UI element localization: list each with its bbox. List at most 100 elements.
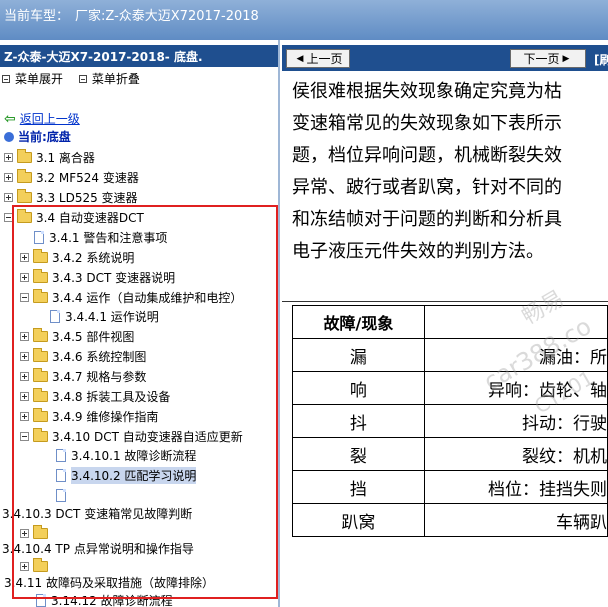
prev-page-button[interactable]: ◀ 上一页: [286, 49, 350, 68]
expand-icon[interactable]: [20, 331, 29, 341]
tree-item-3-1[interactable]: 3.1 离合器: [4, 148, 95, 166]
expand-icon[interactable]: [20, 411, 29, 421]
page-nav-bar: ◀ 上一页 下一页 ▶ [刷: [282, 45, 608, 71]
tree-item-label: 3.4.6 系统控制图: [52, 349, 147, 364]
tree-item-blank[interactable]: [56, 486, 71, 504]
table-row: 漏 漏油：所: [292, 338, 608, 372]
article-line-6: 电子液压元件失效的判别方法。: [292, 241, 544, 262]
article-line-2: 变速箱常见的失效现象如下表所示: [292, 113, 562, 134]
open-folder-icon: [33, 427, 48, 442]
expand-icon[interactable]: [20, 391, 29, 401]
expand-icon[interactable]: [20, 252, 29, 262]
tree-item-3-4[interactable]: 3.4 自动变速器DCT: [4, 208, 144, 226]
collapse-icon[interactable]: [20, 292, 29, 302]
expand-icon[interactable]: [4, 192, 13, 202]
expand-icon[interactable]: [20, 561, 29, 571]
folder-icon: [33, 248, 48, 263]
tree-item-3-4-7[interactable]: 3.4.7 规格与参数: [20, 367, 146, 385]
collapse-all-icon: [78, 74, 87, 83]
article-body: 侯很难根据失效现象确定究竟为枯 变速箱常见的失效现象如下表所示 题，档位异响问题…: [292, 76, 608, 268]
triangle-left-icon: ◀: [296, 53, 304, 64]
tree-item-label: 3.4.7 规格与参数: [52, 369, 147, 384]
document-icon: [50, 309, 60, 323]
folder-icon: [33, 524, 48, 539]
folder-icon: [17, 148, 32, 163]
table-row: 趴窝 车辆趴: [292, 503, 608, 537]
tree-item-label: 3.4.5 部件视图: [52, 329, 135, 344]
tree-item-3-4-10[interactable]: 3.4.10 DCT 自动变速器自适应更新: [20, 427, 243, 445]
tree-item-3-4-10-4[interactable]: 3.4.10.4 TP 点异常说明和操作指导: [2, 539, 194, 557]
document-icon: [56, 468, 66, 482]
tree-item-3-4-9[interactable]: 3.4.9 维修操作指南: [20, 407, 158, 425]
tree-item-label: 3.4.10.4 TP 点异常说明和操作指导: [2, 541, 194, 556]
folder-icon: [33, 327, 48, 342]
fault-desc: 档位：挂挡失则: [423, 470, 608, 504]
content-panel: ◀ 上一页 下一页 ▶ [刷 侯很难根据失效现象确定究竟为枯 变速箱常见的失效现象如…: [282, 40, 608, 607]
tree-item-3-4-8[interactable]: 3.4.8 拆装工具及设备: [20, 387, 170, 405]
vehicle-bar: 当前车型： 厂家:Z-众泰大迈X72017-2018: [0, 0, 608, 40]
tree-item-3-4-4-1[interactable]: 3.4.4.1 运作说明: [50, 307, 159, 325]
tree-item-label: 3.4.4 运作（自动集成维护和电控）: [52, 290, 243, 305]
fault-desc: 裂纹：机机: [423, 437, 608, 471]
table-row: 抖 抖动：行驶: [292, 404, 608, 438]
tree-item-3-4-2[interactable]: 3.4.2 系统说明: [20, 248, 134, 266]
folder-icon: [33, 407, 48, 422]
tree-item-3-4-10-3[interactable]: 3.4.10.3 DCT 变速箱常见故障判断: [2, 504, 192, 522]
prev-page-label: 上一页: [306, 52, 343, 66]
tree-item-label: 3.4.10 DCT 自动变速器自适应更新: [52, 429, 243, 444]
document-icon: [36, 593, 46, 607]
document-icon: [56, 488, 66, 502]
section-divider: [282, 301, 608, 302]
tree-item-3-4-6[interactable]: 3.4.6 系统控制图: [20, 347, 146, 365]
tree-item-label: 3.1 离合器: [36, 150, 95, 165]
tree-item-3-4-10-1[interactable]: 3.4.10.1 故障诊断流程: [56, 446, 196, 464]
expand-icon[interactable]: [20, 272, 29, 282]
table-header-row: 故障/现象: [292, 305, 608, 339]
open-folder-icon: [17, 208, 32, 223]
menu-expand-button[interactable]: 菜单展开: [2, 70, 63, 87]
tree-item-3-4-10-2[interactable]: 3.4.10.2 匹配学习说明: [56, 466, 197, 484]
tree-item-3-2[interactable]: 3.2 MF524 变速器: [4, 168, 139, 186]
refresh-button[interactable]: [刷: [594, 51, 608, 68]
tree-item-label-selected: 3.4.10.2 匹配学习说明: [71, 466, 197, 484]
tree-item-3-14-12[interactable]: 3.14.12 故障诊断流程: [36, 591, 173, 607]
tree-item-3-4-11[interactable]: 3.4.11 故障码及采取措施（故障排除）: [4, 573, 214, 591]
menu-collapse-button[interactable]: 菜单折叠: [78, 70, 140, 87]
open-folder-icon: [33, 288, 48, 303]
expand-icon[interactable]: [20, 351, 29, 361]
tree-item-label: 3.4.8 拆装工具及设备: [52, 389, 171, 404]
article-line-3: 题，档位异响问题，机械断裂失效: [292, 145, 562, 166]
tree-item-3-4-4[interactable]: 3.4.4 运作（自动集成维护和电控）: [20, 288, 242, 306]
back-link[interactable]: ⇦ 返回上一级: [4, 110, 80, 127]
vehicle-model: 厂家:Z-众泰大迈X72017-2018: [75, 9, 259, 24]
tree-item-3-4-3[interactable]: 3.4.3 DCT 变速器说明: [20, 268, 175, 286]
collapse-icon[interactable]: [4, 212, 13, 222]
expand-icon[interactable]: [4, 172, 13, 182]
fault-table: 故障/现象 漏 漏油：所 响 异响：齿轮、轴 抖 抖动：行驶 裂 裂纹：机机 挡…: [292, 305, 608, 537]
expand-icon[interactable]: [4, 152, 13, 162]
menu-collapse-label: 菜单折叠: [91, 72, 140, 86]
fault-name: 裂: [292, 437, 425, 471]
fault-desc: 漏油：所: [423, 338, 608, 372]
table-row: 挡 档位：挂挡失则: [292, 470, 608, 504]
tree-item-3-4-5[interactable]: 3.4.5 部件视图: [20, 327, 134, 345]
expand-icon[interactable]: [20, 371, 29, 381]
tree-item-label: 3.4.11 故障码及采取措施（故障排除）: [4, 575, 214, 590]
tree-item-3-4-1[interactable]: 3.4.1 警告和注意事项: [34, 228, 167, 246]
collapse-icon[interactable]: [20, 431, 29, 441]
header-cell-empty: [423, 305, 608, 339]
fault-name: 响: [292, 371, 425, 405]
tree-item-label: 3.4.4.1 运作说明: [65, 309, 159, 324]
fault-name: 抖: [292, 404, 425, 438]
fault-name: 漏: [292, 338, 425, 372]
folder-icon: [17, 188, 32, 203]
fault-desc: 异响：齿轮、轴: [423, 371, 608, 405]
tree-item-label: 3.4 自动变速器DCT: [36, 210, 144, 225]
fault-name: 趴窝: [292, 503, 425, 537]
next-page-button[interactable]: 下一页 ▶: [510, 49, 586, 68]
expand-icon[interactable]: [20, 528, 29, 538]
tree-item-label: 3.4.10.3 DCT 变速箱常见故障判断: [2, 506, 193, 521]
tree-item-3-3[interactable]: 3.3 LD525 变速器: [4, 188, 138, 206]
vehicle-label: 当前车型：: [4, 9, 70, 24]
tree-item-label: 3.4.10.1 故障诊断流程: [71, 448, 197, 463]
